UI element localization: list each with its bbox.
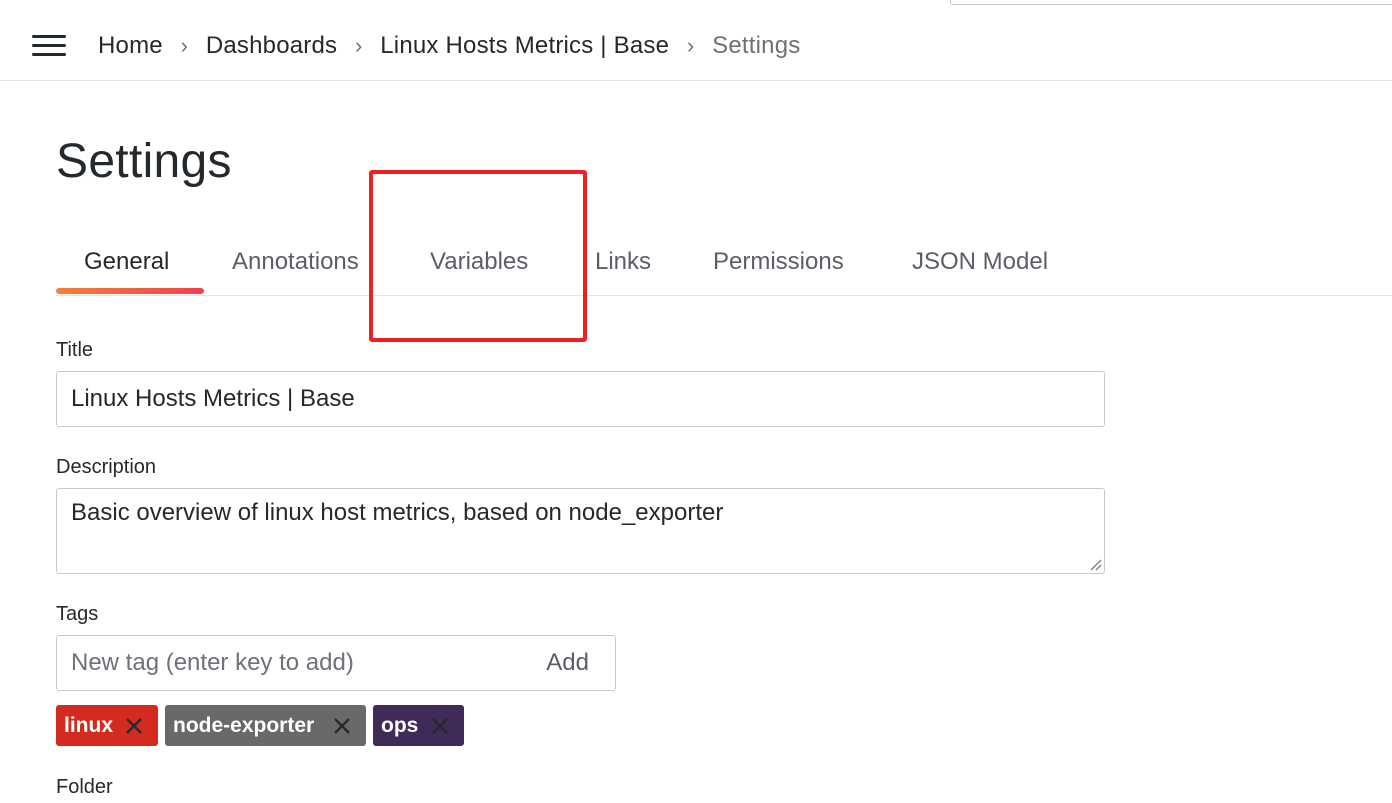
tag-linux: linux (56, 705, 158, 746)
top-navigation-bar: Home › Dashboards › Linux Hosts Metrics … (0, 10, 1392, 81)
settings-tabs: General Annotations Variables Links Perm… (56, 238, 1392, 296)
description-textarea[interactable]: Basic overview of linux host metrics, ba… (56, 488, 1105, 574)
resize-grip-icon[interactable] (1088, 557, 1102, 571)
tab-json-model[interactable]: JSON Model (912, 238, 1048, 286)
tab-general[interactable]: General (84, 238, 169, 286)
breadcrumb-separator: › (686, 33, 695, 58)
close-icon[interactable] (332, 716, 352, 736)
breadcrumb-dashboards[interactable]: Dashboards (206, 32, 337, 60)
title-input[interactable]: Linux Hosts Metrics | Base (56, 371, 1105, 427)
tags-label: Tags (56, 603, 99, 625)
tab-annotations[interactable]: Annotations (232, 238, 359, 286)
new-tag-input[interactable] (71, 636, 511, 690)
folder-label: Folder (56, 776, 113, 798)
tag-label: linux (64, 714, 114, 737)
title-label: Title (56, 339, 94, 361)
variables-tab-highlight (369, 170, 587, 342)
close-icon[interactable] (430, 716, 450, 736)
breadcrumb-separator: › (354, 33, 363, 58)
breadcrumb: Home › Dashboards › Linux Hosts Metrics … (98, 29, 800, 63)
tag-label: ops (381, 714, 419, 737)
hamburger-menu-icon[interactable] (32, 35, 66, 57)
breadcrumb-current-settings: Settings (712, 32, 801, 59)
breadcrumb-home[interactable]: Home (98, 32, 163, 60)
breadcrumb-separator: › (180, 33, 189, 58)
description-text: Basic overview of linux host metrics, ba… (71, 499, 724, 526)
description-label: Description (56, 456, 157, 478)
add-tag-button[interactable]: Add (546, 636, 589, 690)
tag-node-exporter: node-exporter (165, 705, 366, 746)
tab-links[interactable]: Links (595, 238, 651, 286)
page-title: Settings (56, 135, 232, 188)
tag-ops: ops (373, 705, 464, 746)
close-icon[interactable] (124, 716, 144, 736)
top-search-input-edge[interactable] (950, 0, 1392, 5)
active-tab-indicator (56, 288, 204, 294)
breadcrumb-dashboard[interactable]: Linux Hosts Metrics | Base (380, 32, 669, 60)
tag-label: node-exporter (173, 714, 315, 737)
tab-permissions[interactable]: Permissions (713, 238, 844, 286)
tag-input-group: Add (56, 635, 616, 691)
